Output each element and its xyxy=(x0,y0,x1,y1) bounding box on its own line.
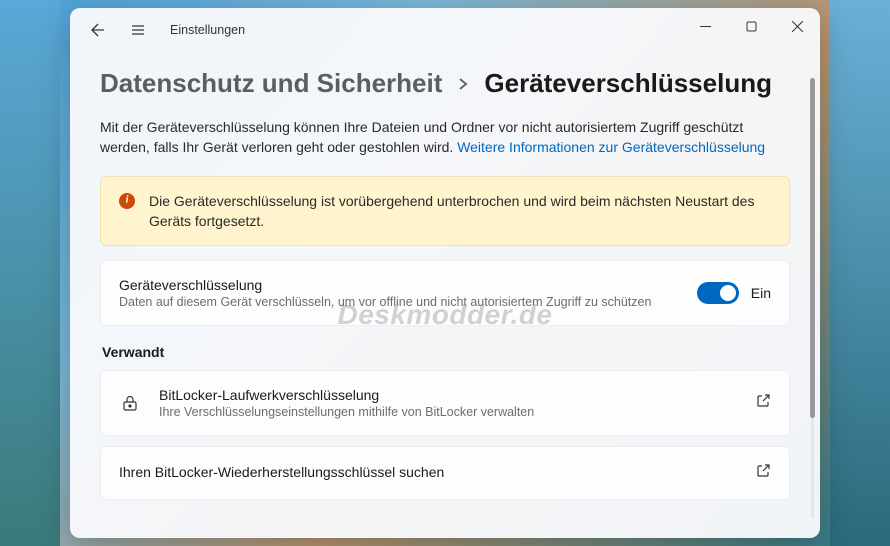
breadcrumb-parent[interactable]: Datenschutz und Sicherheit xyxy=(100,68,442,99)
info-banner: Die Geräteverschlüsselung ist vorübergeh… xyxy=(100,176,790,247)
minimize-button[interactable] xyxy=(682,8,728,44)
info-icon xyxy=(119,193,135,209)
back-arrow-icon xyxy=(90,22,106,38)
bitlocker-subtitle: Ihre Verschlüsselungseinstellungen mithi… xyxy=(159,405,738,419)
bitlocker-title: BitLocker-Laufwerkverschlüsselung xyxy=(159,387,738,403)
scrollbar-thumb[interactable] xyxy=(810,78,815,418)
window-title: Einstellungen xyxy=(170,23,245,37)
menu-button[interactable] xyxy=(118,12,158,48)
encryption-toggle[interactable] xyxy=(697,282,739,304)
encryption-subtitle: Daten auf diesem Gerät verschlüsseln, um… xyxy=(119,295,679,309)
recovery-title: Ihren BitLocker-Wiederherstellungsschlüs… xyxy=(119,464,738,480)
content-area: Datenschutz und Sicherheit Geräteverschl… xyxy=(70,52,820,538)
toggle-state-label: Ein xyxy=(751,285,771,301)
back-button[interactable] xyxy=(78,12,118,48)
related-header: Verwandt xyxy=(102,344,790,360)
maximize-button[interactable] xyxy=(728,8,774,44)
device-encryption-card: Geräteverschlüsselung Daten auf diesem G… xyxy=(100,260,790,326)
lock-icon xyxy=(119,394,141,412)
maximize-icon xyxy=(746,21,757,32)
minimize-icon xyxy=(700,21,711,32)
bitlocker-link-card[interactable]: BitLocker-Laufwerkverschlüsselung Ihre V… xyxy=(100,370,790,436)
recovery-key-link-card[interactable]: Ihren BitLocker-Wiederherstellungsschlüs… xyxy=(100,446,790,500)
close-icon xyxy=(792,21,803,32)
encryption-title: Geräteverschlüsselung xyxy=(119,277,679,293)
titlebar: Einstellungen xyxy=(70,8,820,52)
banner-text: Die Geräteverschlüsselung ist vorübergeh… xyxy=(149,191,771,232)
hamburger-icon xyxy=(130,22,146,38)
external-link-icon xyxy=(756,393,771,413)
breadcrumb: Datenschutz und Sicherheit Geräteverschl… xyxy=(100,68,790,99)
page-title: Geräteverschlüsselung xyxy=(484,68,772,99)
settings-window: Einstellungen Datenschutz und Sicherheit… xyxy=(70,8,820,538)
external-link-icon xyxy=(756,463,771,483)
more-info-link[interactable]: Weitere Informationen zur Geräteverschlü… xyxy=(457,139,765,155)
chevron-right-icon xyxy=(456,77,470,91)
page-description: Mit der Geräteverschlüsselung können Ihr… xyxy=(100,117,790,158)
close-button[interactable] xyxy=(774,8,820,44)
